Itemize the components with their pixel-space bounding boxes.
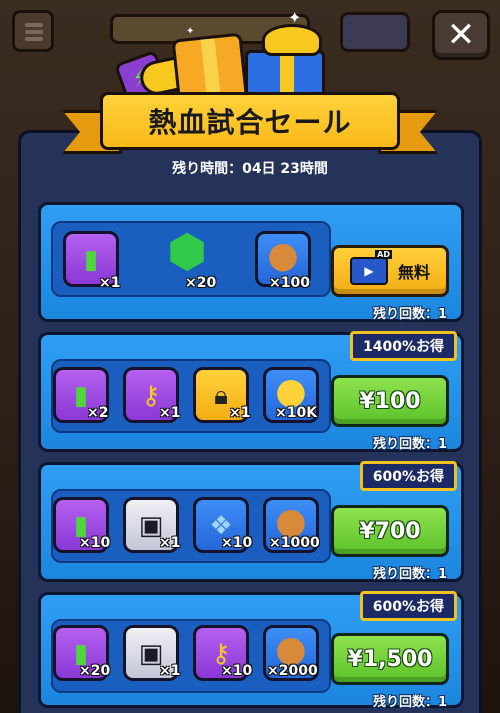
discount-tag: 600%お得 xyxy=(359,591,457,621)
background-trophy-panel xyxy=(340,12,410,52)
remaining-time: 残り時間：04日 23時間 xyxy=(172,161,328,177)
remaining-count: 残り回数：1 xyxy=(372,567,447,582)
button-label: 無料 xyxy=(397,263,430,282)
watch-ad-free-button[interactable]: AD ▶ 無料 xyxy=(331,245,449,297)
discount-tag: 1400%お得 xyxy=(350,331,457,361)
item-quantity: ×10 xyxy=(221,535,253,551)
item-quantity: ×10 xyxy=(221,663,253,679)
item-quantity: ×10 xyxy=(79,535,111,551)
discount-tag: 600%お得 xyxy=(359,461,457,491)
remaining-count: 残り回数：1 xyxy=(372,695,447,710)
title-banner: 熱血試合セール xyxy=(62,92,438,154)
close-button[interactable]: ✕ xyxy=(432,10,490,60)
video-ad-icon: AD ▶ xyxy=(349,250,392,285)
item-quantity: ×2000 xyxy=(267,663,318,679)
item-quantity: ×1 xyxy=(99,275,121,291)
remaining-count: 残り回数：1 xyxy=(372,307,447,322)
offer-card-free: ▮ ×1 ⬢ ×20 ● ×100 AD ▶ 無料 残り回数：1 xyxy=(38,202,464,322)
item-quantity: ×20 xyxy=(79,663,111,679)
background-menu-icon xyxy=(12,10,54,52)
gift-bow-icon xyxy=(262,24,322,56)
title-plate: 熱血試合セール xyxy=(100,92,400,150)
close-icon: ✕ xyxy=(446,15,476,55)
item-quantity: ×20 xyxy=(185,275,217,291)
buy-button[interactable]: ¥1,500 xyxy=(331,633,449,685)
item-quantity: ×1 xyxy=(159,535,181,551)
offer-card-100: 1400%お得 ▮ ×2 ⚷ ×1 🔒︎ ×1 ● ×10K ¥100 残り回数… xyxy=(38,331,464,452)
sparkle-icon: ✦ xyxy=(288,8,302,27)
item-quantity: ×1 xyxy=(229,405,251,421)
item-quantity: ×2 xyxy=(87,405,109,421)
item-quantity: ×1 xyxy=(159,663,181,679)
sparkle-icon: ✦ xyxy=(186,26,195,37)
page-title: 熱血試合セール xyxy=(148,106,352,139)
offer-card-700: 600%お得 ▮ ×10 ▣ ×1 ❖ ×10 ● ×1000 ¥700 残り回… xyxy=(38,461,464,582)
offer-card-1500: 600%お得 ▮ ×20 ▣ ×1 ⚷ ×10 ● ×2000 ¥1,500 残… xyxy=(38,591,464,710)
remaining-count: 残り回数：1 xyxy=(372,437,447,452)
item-quantity: ×100 xyxy=(269,275,310,291)
item-quantity: ×1 xyxy=(159,405,181,421)
buy-button[interactable]: ¥100 xyxy=(331,375,449,427)
item-quantity: ×10K xyxy=(275,405,318,421)
item-quantity: ×1000 xyxy=(269,535,320,551)
buy-button[interactable]: ¥700 xyxy=(331,505,449,557)
